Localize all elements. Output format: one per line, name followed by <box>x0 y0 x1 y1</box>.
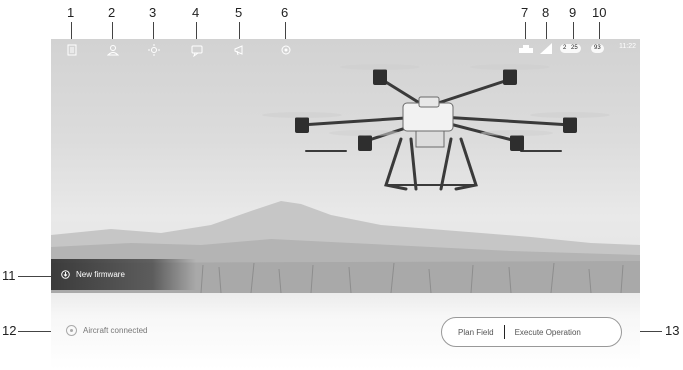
chat-icon[interactable] <box>190 43 204 58</box>
clock: 11:22 <box>619 43 636 50</box>
rc-signal-icon <box>540 43 552 54</box>
callout-7: 7 <box>521 5 529 20</box>
aircraft-battery-badge: 93 <box>591 44 604 53</box>
callout-11: 11 <box>2 268 16 283</box>
firmware-update-icon <box>61 270 70 279</box>
callout-6: 6 <box>281 5 289 20</box>
document-icon[interactable] <box>65 43 79 57</box>
sun-icon[interactable] <box>147 43 161 57</box>
new-firmware-banner[interactable]: New firmware <box>51 259 196 290</box>
drone-landscape-illustration <box>51 64 640 294</box>
callout-1: 1 <box>67 5 75 20</box>
operation-selector: Plan Field Execute Operation <box>441 317 622 347</box>
callout-5: 5 <box>235 5 243 20</box>
user-icon[interactable] <box>106 43 120 57</box>
callout-12: 12 <box>2 323 17 338</box>
callout-3: 3 <box>149 5 157 20</box>
signal-icon <box>519 45 535 53</box>
aircraft-connection-status: Aircraft connected <box>66 325 147 336</box>
callout-9: 9 <box>569 5 577 20</box>
connection-label: Aircraft connected <box>83 326 148 335</box>
connection-indicator-icon <box>66 325 77 336</box>
callout-2: 2 <box>108 5 116 20</box>
app-screen: 2 25 93 11:22 New firmware Aircraft conn… <box>51 39 640 370</box>
remote-count: 2 <box>563 45 567 51</box>
plan-field-button[interactable]: Plan Field <box>458 328 494 337</box>
remote-battery-percent: 25 <box>571 45 578 51</box>
execute-operation-button[interactable]: Execute Operation <box>515 328 581 337</box>
megaphone-icon[interactable] <box>233 43 247 57</box>
callout-4: 4 <box>192 5 200 20</box>
settings-icon[interactable] <box>279 43 293 57</box>
callout-10: 10 <box>592 5 607 20</box>
callout-8: 8 <box>542 5 550 20</box>
callout-13: 13 <box>665 323 680 338</box>
operation-divider <box>503 325 505 339</box>
remote-battery-badge: 2 25 <box>560 44 581 53</box>
hero-image <box>51 39 640 294</box>
new-firmware-label: New firmware <box>76 270 125 279</box>
aircraft-battery-percent: 93 <box>594 45 601 51</box>
